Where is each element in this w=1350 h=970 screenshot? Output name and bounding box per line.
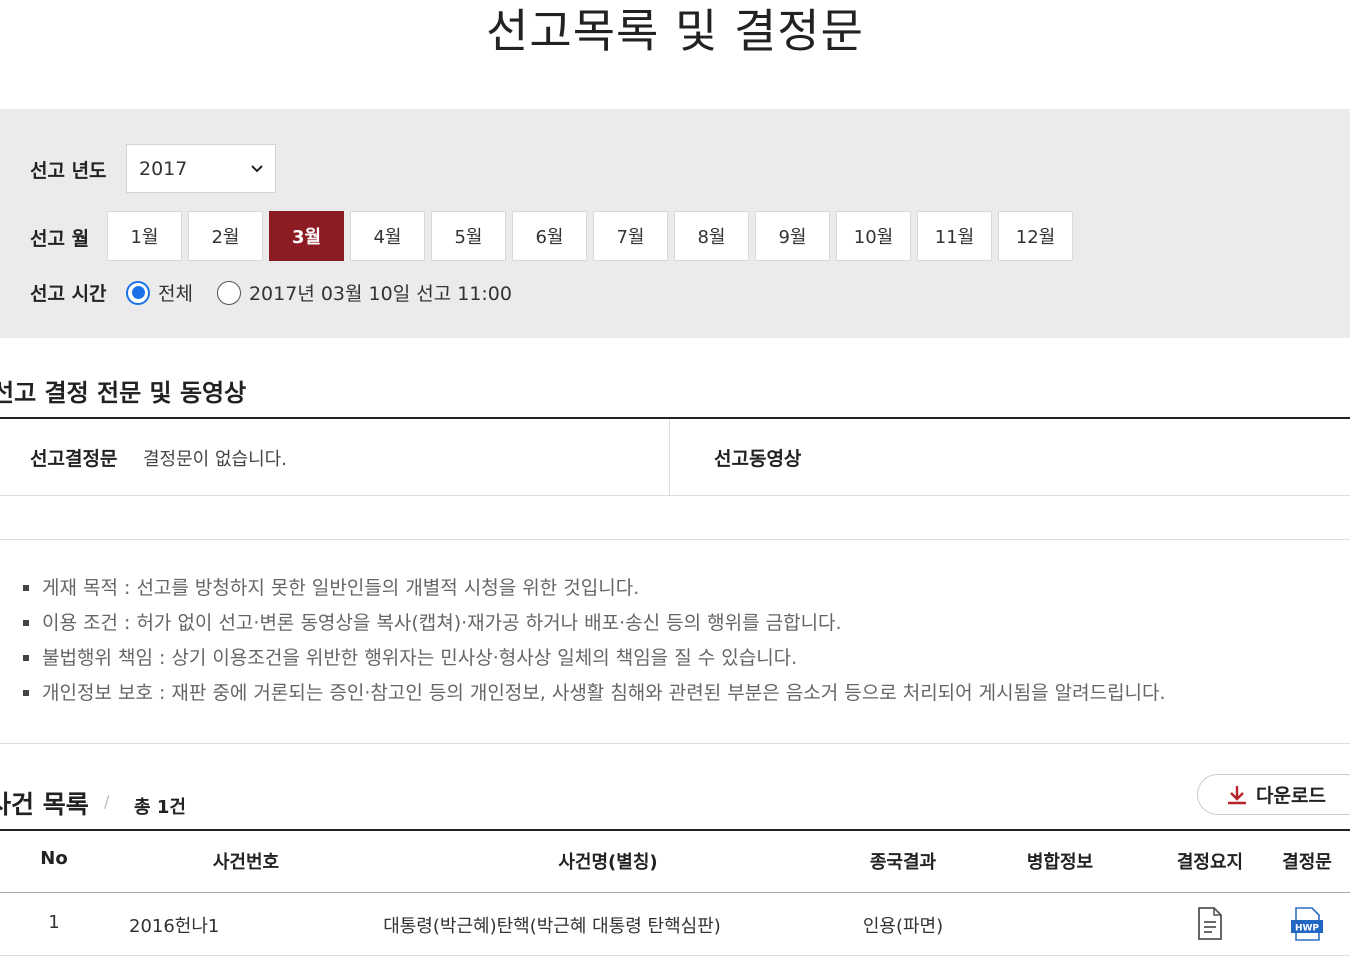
notice-text: 개인정보 보호 : 재판 중에 거론되는 증인·참고인 등의 개인정보, 사생활… bbox=[42, 682, 1166, 704]
cell-divider bbox=[669, 419, 670, 495]
case-count: 총 1건 bbox=[134, 797, 186, 818]
divider bbox=[0, 892, 1350, 893]
month-tab-7[interactable]: 7월 bbox=[593, 211, 668, 261]
bullet-icon bbox=[23, 620, 29, 626]
divider bbox=[0, 417, 1350, 419]
month-tab-9[interactable]: 9월 bbox=[755, 211, 830, 261]
time-radio-all[interactable] bbox=[126, 280, 150, 305]
time-radio-session-label[interactable]: 2017년 03월 10일 선고 11:00 bbox=[249, 279, 512, 306]
bullet-icon bbox=[23, 655, 29, 661]
decision-doc-label: 선고결정문 bbox=[30, 448, 118, 470]
col-header-merge: 병합정보 bbox=[1026, 852, 1094, 873]
cell-result: 인용(파면) bbox=[862, 916, 944, 937]
year-select[interactable]: 2017 bbox=[126, 144, 276, 193]
time-radio-group: 전체 2017년 03월 10일 선고 11:00 bbox=[126, 279, 512, 306]
cell-case-name[interactable]: 대통령(박근혜)탄핵(박근혜 대통령 탄핵심판) bbox=[383, 912, 721, 938]
month-tab-10[interactable]: 10월 bbox=[836, 211, 911, 261]
cell-no: 1 bbox=[48, 912, 60, 933]
col-header-result: 종국결과 bbox=[869, 852, 937, 873]
list-item: 게재 목적 : 선고를 방청하지 못한 일반인들의 개별적 시청을 위한 것입니… bbox=[22, 573, 1166, 608]
month-tab-2[interactable]: 2월 bbox=[188, 211, 263, 261]
notice-text: 불법행위 책임 : 상기 이용조건을 위반한 행위자는 민사상·형사상 일체의 … bbox=[42, 647, 798, 669]
cell-case-no: 2016헌나1 bbox=[129, 916, 220, 937]
divider bbox=[0, 539, 1350, 540]
month-tab-3[interactable]: 3월 bbox=[269, 211, 344, 261]
month-tab-5[interactable]: 5월 bbox=[431, 211, 506, 261]
download-icon bbox=[1228, 785, 1246, 804]
col-header-decision: 결정문 bbox=[1282, 852, 1332, 873]
month-tab-4[interactable]: 4월 bbox=[350, 211, 425, 261]
divider bbox=[0, 495, 1350, 496]
col-header-summary: 결정요지 bbox=[1176, 852, 1244, 873]
month-tab-12[interactable]: 12월 bbox=[998, 211, 1073, 261]
col-header-no: No bbox=[40, 848, 68, 869]
cases-heading: 사건 목록 bbox=[0, 790, 89, 819]
time-radio-all-label[interactable]: 전체 bbox=[158, 279, 193, 306]
year-select-value: 2017 bbox=[139, 157, 188, 180]
month-tabs: 1월 2월 3월 4월 5월 6월 7월 8월 9월 10월 11월 12월 bbox=[107, 211, 1073, 261]
month-tab-8[interactable]: 8월 bbox=[674, 211, 749, 261]
download-label: 다운로드 bbox=[1256, 785, 1326, 807]
time-label: 선고 시간 bbox=[30, 283, 107, 305]
decision-video-label: 선고동영상 bbox=[714, 448, 802, 470]
time-radio-session[interactable] bbox=[216, 280, 241, 305]
svg-text:HWP: HWP bbox=[1295, 924, 1319, 934]
divider bbox=[0, 955, 1350, 956]
month-tab-6[interactable]: 6월 bbox=[512, 211, 587, 261]
notice-text: 이용 조건 : 허가 없이 선고·변론 동영상을 복사(캡쳐)·재가공 하거나 … bbox=[42, 612, 842, 634]
decision-heading: 선고 결정 전문 및 동영상 bbox=[0, 379, 247, 407]
divider bbox=[0, 829, 1350, 831]
month-tab-1[interactable]: 1월 bbox=[107, 211, 182, 261]
notice-list: 게재 목적 : 선고를 방청하지 못한 일반인들의 개별적 시청을 위한 것입니… bbox=[22, 573, 1166, 713]
col-header-case-name: 사건명(별칭) bbox=[558, 852, 658, 873]
hwp-file-icon[interactable]: HWP bbox=[1290, 907, 1324, 941]
col-header-case-no: 사건번호 bbox=[212, 852, 280, 873]
month-label: 선고 월 bbox=[30, 228, 90, 250]
list-item: 이용 조건 : 허가 없이 선고·변론 동영상을 복사(캡쳐)·재가공 하거나 … bbox=[22, 608, 1166, 643]
chevron-down-icon bbox=[251, 164, 263, 172]
download-button[interactable]: 다운로드 bbox=[1197, 774, 1350, 815]
decision-doc-value: 결정문이 없습니다. bbox=[143, 449, 287, 470]
bullet-icon bbox=[23, 585, 29, 591]
month-tab-11[interactable]: 11월 bbox=[917, 211, 992, 261]
filter-panel: 선고 년도 2017 선고 월 1월 2월 3월 4월 5월 6월 7월 8월 … bbox=[0, 109, 1350, 338]
document-icon[interactable] bbox=[1197, 907, 1223, 940]
notice-text: 게재 목적 : 선고를 방청하지 못한 일반인들의 개별적 시청을 위한 것입니… bbox=[42, 577, 640, 599]
list-item: 불법행위 책임 : 상기 이용조건을 위반한 행위자는 민사상·형사상 일체의 … bbox=[22, 643, 1166, 678]
bullet-icon bbox=[23, 690, 29, 696]
list-item: 개인정보 보호 : 재판 중에 거론되는 증인·참고인 등의 개인정보, 사생활… bbox=[22, 678, 1166, 713]
year-label: 선고 년도 bbox=[30, 160, 107, 182]
page-title: 선고목록 및 결정문 bbox=[486, 4, 864, 58]
heading-separator: / bbox=[104, 792, 110, 811]
divider bbox=[0, 743, 1350, 744]
